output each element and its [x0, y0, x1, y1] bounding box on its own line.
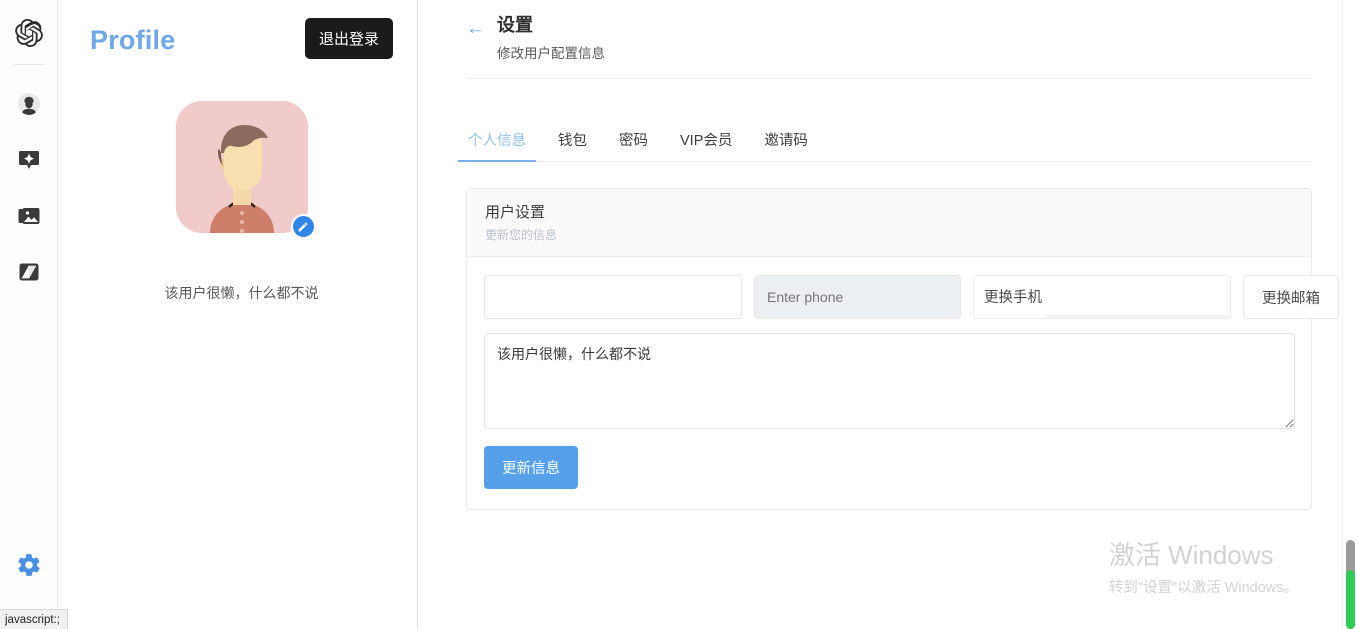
tab-personal-info[interactable]: 个人信息 — [458, 123, 536, 163]
change-phone-button[interactable]: 更换手机 — [984, 276, 1042, 318]
scrollbar-thumb[interactable] — [1346, 570, 1355, 629]
tab-wallet[interactable]: 钱包 — [556, 123, 589, 161]
pencil-icon — [298, 222, 308, 231]
card-body: 更换手机 更换邮箱 该用户很懒，什么都不说 更新信息 — [467, 257, 1339, 509]
phone-input[interactable] — [754, 275, 961, 320]
profile-header: Profile 退出登录 — [90, 18, 393, 59]
settings-tabs: 个人信息 钱包 密码 VIP会员 邀请码 — [458, 123, 1312, 163]
rail-item-ai[interactable] — [12, 143, 46, 177]
nickname-input[interactable] — [484, 275, 742, 320]
tab-invite-code[interactable]: 邀请码 — [762, 123, 810, 161]
tab-password[interactable]: 密码 — [617, 123, 650, 161]
rail-item-tools[interactable] — [12, 255, 46, 289]
image-folder-icon — [18, 208, 39, 224]
app-window: Profile 退出登录 该用户很懒，什么都不说 ← 设置 修改用户配置信息 个… — [0, 0, 1358, 629]
main-content: ← 设置 修改用户配置信息 个人信息 钱包 密码 VIP会员 邀请码 用户设置 … — [418, 0, 1358, 629]
arrow-left-icon[interactable]: ← — [466, 14, 485, 38]
edit-avatar-button[interactable] — [290, 214, 316, 239]
user-settings-card: 用户设置 更新您的信息 更换手机 更换邮箱 该用户很懒，什么都不说 更新信息 — [466, 188, 1339, 511]
change-email-button[interactable]: 更换邮箱 — [1243, 275, 1339, 320]
rail-divider — [13, 64, 44, 65]
openai-logo-icon[interactable] — [12, 16, 46, 50]
logout-button[interactable]: 退出登录 — [304, 18, 393, 59]
settings-header: ← 设置 修改用户配置信息 — [466, 14, 1312, 62]
sparkle-badge-icon — [18, 151, 39, 169]
avatar[interactable] — [175, 101, 308, 233]
settings-title: 设置 — [497, 15, 533, 35]
settings-subtitle: 修改用户配置信息 — [497, 46, 605, 62]
page-scrollbar[interactable] — [1342, 0, 1358, 629]
rail-item-account[interactable] — [12, 87, 46, 121]
rail-item-gallery[interactable] — [12, 199, 46, 233]
icon-rail — [0, 0, 58, 629]
watermark-subtitle: 转到"设置"以激活 Windows。 — [1108, 580, 1298, 596]
watermark-title: 激活 Windows — [1108, 540, 1274, 571]
windows-activation-watermark: 激活 Windows 转到"设置"以激活 Windows。 — [1108, 540, 1298, 597]
header-divider — [466, 78, 1312, 80]
image-swap-icon — [19, 263, 38, 281]
card-title: 用户设置 — [485, 204, 546, 222]
card-subtitle: 更新您的信息 — [485, 228, 558, 243]
change-phone-slot: 更换手机 — [973, 275, 1231, 320]
status-bar-text: javascript:; — [5, 613, 60, 626]
update-info-button[interactable]: 更新信息 — [484, 446, 578, 490]
profile-panel: Profile 退出登录 该用户很懒，什么都不说 — [58, 0, 418, 629]
profile-bio-text: 该用户很懒，什么都不说 — [164, 285, 319, 301]
bio-textarea[interactable]: 该用户很懒，什么都不说 — [484, 333, 1295, 430]
form-row-contact: 更换手机 更换邮箱 — [484, 275, 1339, 320]
browser-status-bar: javascript:; — [0, 609, 68, 629]
avatar-wrapper — [175, 101, 316, 239]
gear-icon[interactable] — [15, 551, 43, 579]
page-title: Profile — [90, 25, 176, 55]
card-header: 用户设置 更新您的信息 — [467, 189, 1311, 258]
tab-vip[interactable]: VIP会员 — [678, 123, 734, 161]
user-avatar-icon — [17, 93, 40, 115]
